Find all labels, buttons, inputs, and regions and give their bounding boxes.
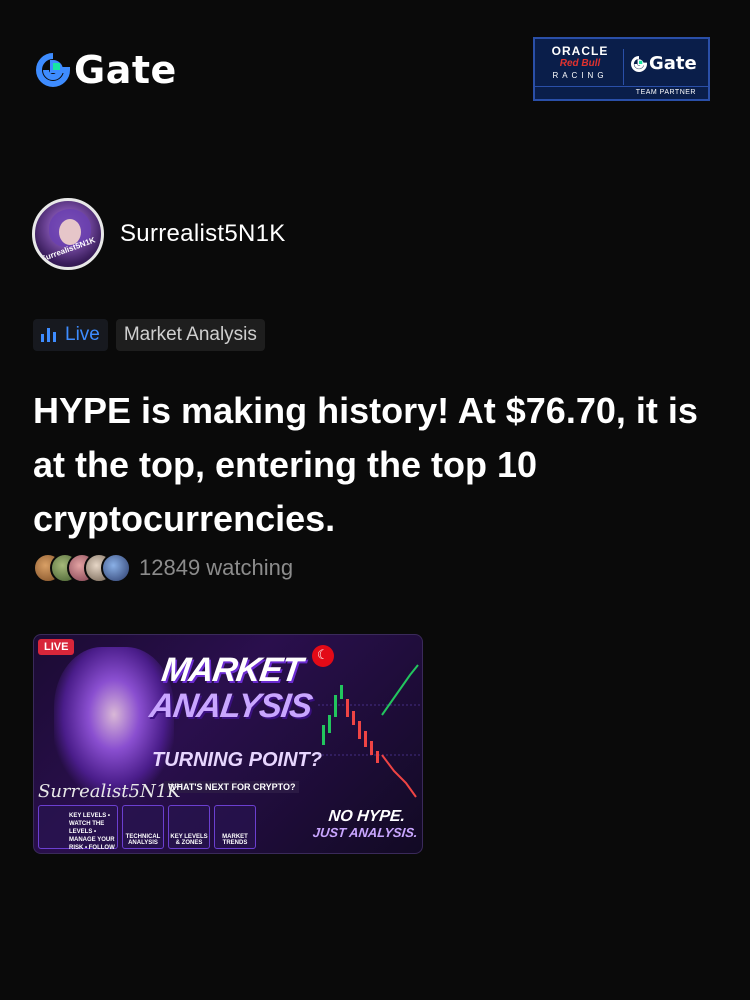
partner-racing-text: RACING — [552, 71, 608, 80]
thumbnail-headline-2: ANALYSIS — [147, 687, 315, 725]
team-partner-label: TEAM PARTNER — [535, 86, 708, 99]
username[interactable]: Surrealist5N1K — [120, 220, 286, 248]
gate-logo: Gate — [36, 50, 177, 90]
category-tag[interactable]: Market Analysis — [115, 319, 265, 351]
watching-count: 12849 watching — [139, 555, 294, 580]
partner-divider — [623, 49, 624, 85]
thumbnail-feature-boxes: KEY LEVELS • WATCH THE LEVELS • MANAGE Y… — [38, 805, 256, 851]
viewer-avatars — [33, 553, 131, 583]
partner-redbull-text: Red Bull — [559, 58, 601, 69]
thumbnail-box-key-levels: KEY LEVELS • WATCH THE LEVELS • MANAGE Y… — [38, 805, 118, 851]
partner-gate-text: Gate — [649, 53, 697, 74]
thumbnail-box-technical: TECHNICAL ANALYSIS — [122, 805, 164, 849]
thumbnail-box-market: MARKET TRENDS — [214, 805, 256, 849]
thumbnail-candlestick-chart — [318, 664, 422, 798]
thumbnail-live-badge: LIVE — [38, 639, 75, 655]
thumbnail-signature: Surrealist5N1K — [38, 781, 181, 802]
live-tag-label: Live — [65, 324, 100, 345]
gate-logo-icon — [36, 53, 70, 87]
tag-row: Live Market Analysis — [33, 319, 265, 351]
stream-thumbnail[interactable]: LIVE MARKET ANALYSIS TURNING POINT? WHAT… — [33, 634, 423, 854]
brand-name: Gate — [74, 48, 177, 92]
thumbnail-tagline: NO HYPE. JUST ANALYSIS. — [310, 808, 421, 841]
partner-oracle-text: ORACLE — [551, 44, 609, 58]
thumbnail-headline-1: MARKET — [159, 651, 305, 689]
thumbnail-tagline-2: JUST ANALYSIS. — [312, 825, 419, 840]
post-title: HYPE is making history! At $76.70, it is… — [33, 390, 698, 539]
oracle-redbull-partner-badge: ORACLE Red Bull RACING Gate TEAM PARTNER — [533, 37, 710, 101]
thumbnail-subhead: TURNING POINT? — [152, 749, 322, 771]
thumbnail-question: WHAT'S NEXT FOR CRYPTO? — [164, 781, 300, 793]
thumbnail-tagline-1: NO HYPE. — [327, 808, 407, 825]
category-tag-label: Market Analysis — [123, 324, 257, 345]
watching-row: 12849 watching — [33, 553, 293, 583]
gate-small-logo-icon — [631, 55, 647, 72]
author-row[interactable]: Surrealist5N1K Surrealist5N1K — [32, 198, 286, 270]
live-tag[interactable]: Live — [33, 319, 108, 351]
viewer-avatar — [101, 553, 131, 583]
avatar[interactable]: Surrealist5N1K — [32, 198, 104, 270]
thumbnail-box-levels: KEY LEVELS & ZONES — [168, 805, 210, 849]
live-bars-icon — [41, 328, 56, 342]
